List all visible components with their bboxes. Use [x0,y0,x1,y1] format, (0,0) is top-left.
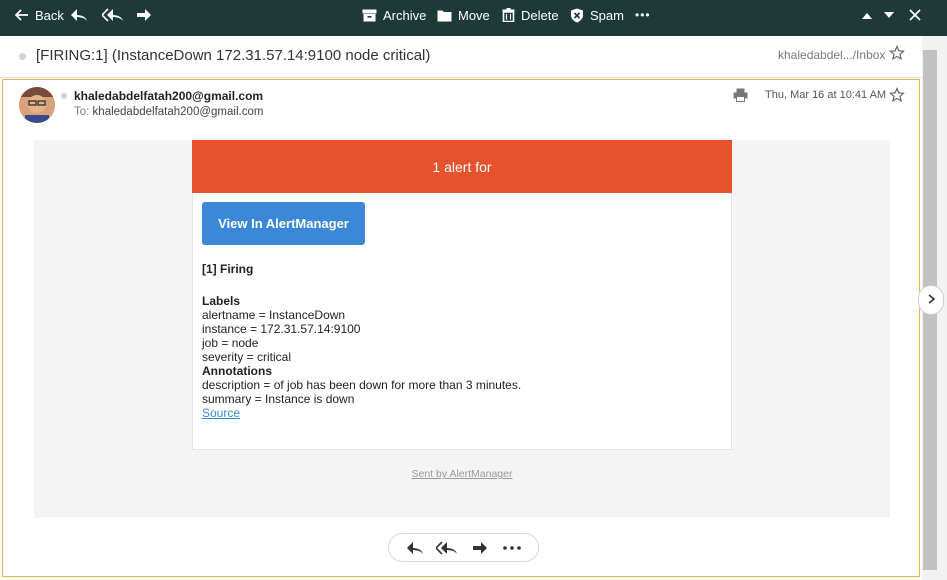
source-link[interactable]: Source [202,406,521,420]
label-severity: severity = critical [202,350,292,364]
more-icon[interactable] [499,537,525,559]
view-in-alertmanager-button[interactable]: View In AlertManager [202,202,365,245]
alert-details: [1] Firing Labels alertname = InstanceDo… [202,262,521,420]
archive-icon [362,9,377,22]
back-label: Back [35,7,64,23]
back-button[interactable]: Back [15,0,64,30]
sender-status-dot [61,93,67,99]
reply-button[interactable] [70,0,88,30]
trash-icon [502,8,515,22]
reply-all-icon [102,8,124,22]
delete-label: Delete [521,7,559,23]
sender-address[interactable]: khaledabdelfatah200@gmail.com [74,89,263,103]
chevron-down-icon [884,11,894,19]
close-icon [909,9,921,21]
chevron-up-icon [862,12,872,19]
sent-by-link[interactable]: Sent by AlertManager [34,468,890,480]
alert-header-text: 1 alert for [432,158,492,175]
reply-icon[interactable] [402,537,428,559]
annotation-description: description = of job has been down for m… [202,378,522,392]
alert-header: 1 alert for [192,140,732,193]
message-view: khaledabdelfatah200@gmail.com To: khaled… [2,79,920,577]
forward-icon[interactable] [467,537,493,559]
archive-button[interactable]: Archive [362,0,426,30]
chevron-right-icon [928,291,935,309]
message-date: Thu, Mar 16 at 10:41 AM [765,89,887,101]
reply-all-button[interactable] [102,0,124,30]
subject-row: [FIRING:1] (InstanceDown 172.31.57.14:91… [0,36,922,78]
forward-icon [136,8,152,22]
firing-title: [1] Firing [202,262,254,276]
reply-icon [70,8,88,22]
move-icon [437,9,452,22]
shield-icon [570,8,584,23]
unread-dot[interactable] [19,53,26,60]
toolbar: Back Archive Move Delete Spam ••• [0,0,947,36]
folder-breadcrumb[interactable]: khaledabdel.../Inbox [778,48,885,62]
delete-button[interactable]: Delete [502,0,559,30]
message-actions [388,533,539,562]
annotations-title: Annotations [202,364,272,378]
previous-message-button[interactable] [862,0,872,30]
move-label: Move [458,7,490,23]
archive-label: Archive [383,7,427,23]
side-panel-toggle[interactable] [918,285,944,315]
spam-button[interactable]: Spam [570,0,624,30]
more-icon: ••• [635,8,651,22]
next-message-button[interactable] [884,0,894,30]
email-body: 1 alert for View In AlertManager [1] Fir… [34,140,890,518]
label-job: job = node [202,336,259,350]
message-subject: [FIRING:1] (InstanceDown 172.31.57.14:91… [36,47,431,64]
star-icon[interactable] [888,44,906,66]
more-button[interactable]: ••• [635,0,651,30]
back-arrow-icon [15,9,29,21]
label-alertname: alertname = InstanceDown [202,308,346,322]
close-button[interactable] [909,0,921,30]
to-line: To: khaledabdelfatah200@gmail.com [74,106,263,118]
alert-card: 1 alert for View In AlertManager [1] Fir… [192,140,732,450]
spam-label: Spam [590,7,624,23]
labels-title: Labels [202,294,241,308]
forward-button[interactable] [136,0,152,30]
print-icon[interactable] [733,88,748,107]
avatar[interactable] [19,87,55,123]
label-instance: instance = 172.31.57.14:9100 [202,322,361,336]
to-label: To: [74,106,90,118]
reply-all-icon[interactable] [434,537,460,559]
annotation-summary: summary = Instance is down [202,392,355,406]
star-icon[interactable] [888,86,906,108]
move-button[interactable]: Move [437,0,490,30]
to-address[interactable]: khaledabdelfatah200@gmail.com [93,106,264,118]
